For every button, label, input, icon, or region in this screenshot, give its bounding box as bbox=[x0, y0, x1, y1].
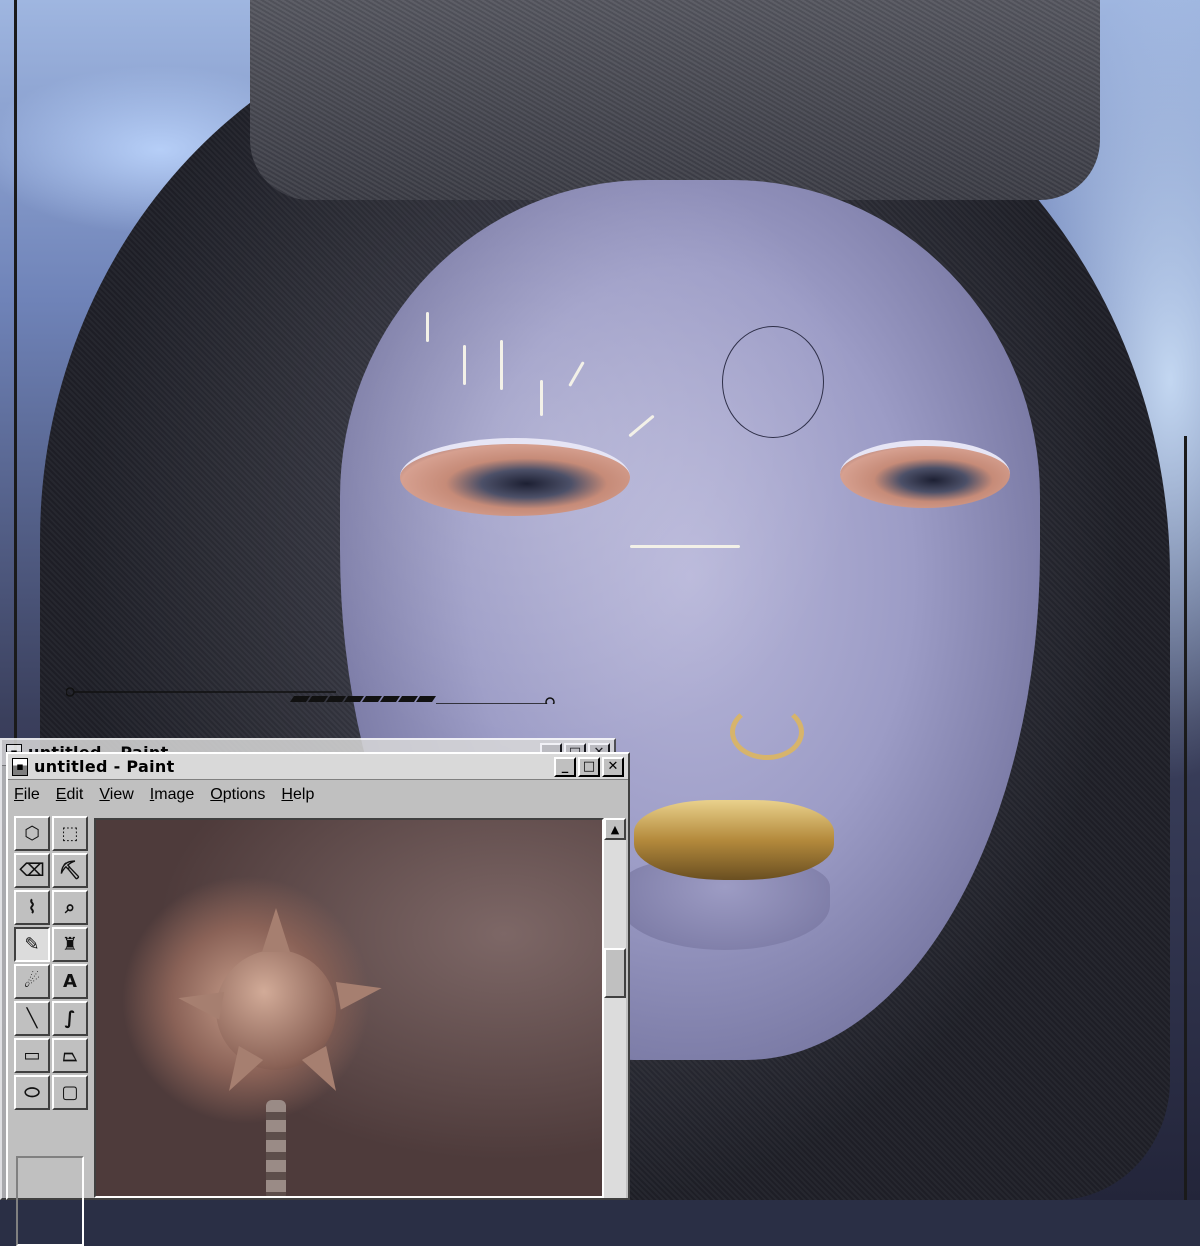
airbrush-icon[interactable]: ☄ bbox=[14, 964, 50, 999]
left-eye bbox=[400, 438, 630, 516]
mace-chain bbox=[266, 1100, 286, 1196]
menu-view[interactable]: View bbox=[99, 786, 133, 804]
scroll-up-button[interactable]: ▲ bbox=[604, 818, 626, 840]
gold-teeth bbox=[634, 800, 834, 880]
menu-edit[interactable]: Edit bbox=[56, 786, 84, 804]
ray-line bbox=[540, 380, 543, 416]
brush-icon[interactable]: ♜ bbox=[52, 927, 88, 962]
rectangle-icon[interactable]: ▭ bbox=[14, 1038, 50, 1073]
paint-body: ⬡ ⬚ ⌫ ⛏ ⌇ ⌕ ✎ ♜ ☄ A ╲ ∫ ▭ ⏢ ⬭ ▢ ▲ bbox=[8, 812, 628, 1246]
vertical-scrollbar[interactable]: ▲ bbox=[604, 818, 626, 1198]
menu-help[interactable]: Help bbox=[281, 786, 314, 804]
mace-spike bbox=[262, 908, 290, 952]
frame-line bbox=[1184, 436, 1187, 1200]
drawing-canvas[interactable] bbox=[94, 818, 604, 1198]
ray-line bbox=[463, 345, 466, 385]
eraser-icon[interactable]: ⌫ bbox=[14, 853, 50, 888]
maximize-button[interactable]: □ bbox=[578, 756, 600, 777]
menu-bar: File Edit View Image Options Help bbox=[8, 780, 628, 810]
curve-icon[interactable]: ∫ bbox=[52, 1001, 88, 1036]
line-icon[interactable]: ╲ bbox=[14, 1001, 50, 1036]
text-icon[interactable]: A bbox=[52, 964, 88, 999]
paint-app-icon[interactable]: ▪ bbox=[12, 757, 28, 776]
fill-icon[interactable]: ⛏ bbox=[52, 853, 88, 888]
polygon-icon[interactable]: ⏢ bbox=[52, 1038, 88, 1073]
rect-select-icon[interactable]: ⬚ bbox=[52, 816, 88, 851]
minimize-button[interactable]: _ bbox=[554, 756, 576, 777]
nose-ring bbox=[730, 704, 804, 760]
scroll-thumb[interactable] bbox=[604, 948, 626, 998]
menu-file[interactable]: File bbox=[14, 786, 40, 804]
paint-window: ▪ untitled - Paint _ □ ✕ File Edit View … bbox=[6, 752, 630, 1246]
picker-icon[interactable]: ⌇ bbox=[14, 890, 50, 925]
ray-line bbox=[630, 545, 740, 548]
magnifier-icon[interactable]: ⌕ bbox=[52, 890, 88, 925]
toolbox: ⬡ ⬚ ⌫ ⛏ ⌇ ⌕ ✎ ♜ ☄ A ╲ ∫ ▭ ⏢ ⬭ ▢ bbox=[14, 816, 88, 1110]
canvas-image bbox=[96, 820, 602, 1196]
menu-image[interactable]: Image bbox=[150, 786, 194, 804]
hood-band bbox=[250, 0, 1100, 200]
free-select-icon[interactable]: ⬡ bbox=[14, 816, 50, 851]
rounded-rect-icon[interactable]: ▢ bbox=[52, 1075, 88, 1110]
menu-options[interactable]: Options bbox=[210, 786, 265, 804]
progress-ornament bbox=[66, 687, 555, 704]
close-button[interactable]: ✕ bbox=[602, 756, 624, 777]
ray-line bbox=[500, 340, 503, 390]
pencil-icon[interactable]: ✎ bbox=[14, 927, 50, 962]
ellipse-icon[interactable]: ⬭ bbox=[14, 1075, 50, 1110]
right-eye bbox=[840, 440, 1010, 508]
moon-icon bbox=[722, 326, 824, 438]
frame-line bbox=[14, 0, 17, 760]
window-title: untitled - Paint bbox=[34, 757, 175, 776]
ray-line bbox=[426, 312, 429, 342]
tool-options-panel[interactable] bbox=[16, 1156, 84, 1246]
titlebar[interactable]: ▪ untitled - Paint _ □ ✕ bbox=[8, 754, 628, 780]
